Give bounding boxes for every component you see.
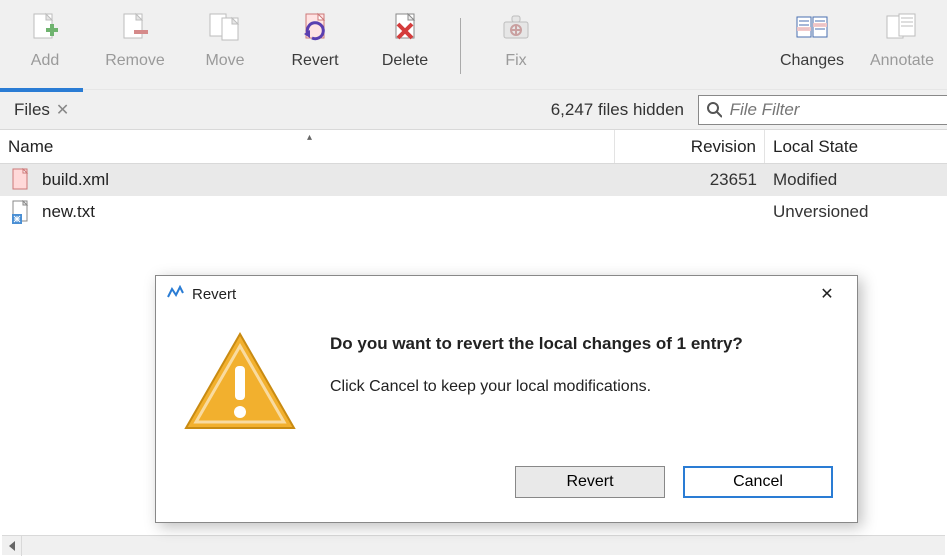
toolbar-separator [460,18,461,74]
main-toolbar: Add Remove Move Revert Delete Fix [0,0,947,90]
add-button[interactable]: Add [0,8,90,70]
tab-strip: Files ✕ [0,90,83,129]
fix-button[interactable]: Fix [471,8,561,70]
file-modified-icon [12,168,32,192]
changes-icon [767,8,857,46]
column-header-revision[interactable]: Revision [615,130,765,163]
sub-toolbar: Files ✕ 6,247 files hidden [0,90,947,130]
tab-files-close-icon[interactable]: ✕ [56,100,69,120]
revert-icon [270,8,360,46]
remove-button[interactable]: Remove [90,8,180,70]
close-icon: ✕ [820,284,833,304]
app-icon [166,285,184,303]
revert-button[interactable]: Revert [270,8,360,70]
move-icon [180,8,270,46]
dialog-cancel-button[interactable]: Cancel [683,466,833,498]
search-icon [707,102,722,118]
delete-icon [360,8,450,46]
dialog-revert-button[interactable]: Revert [515,466,665,498]
dialog-subline: Click Cancel to keep your local modifica… [330,378,743,396]
table-row[interactable]: new.txt Unversioned [0,196,947,228]
file-filter[interactable] [698,95,947,125]
delete-label: Delete [360,52,450,70]
table-row[interactable]: build.xml 23651 Modified [0,164,947,196]
sort-indicator-icon: ▴ [307,132,312,143]
file-unversioned-icon [12,200,32,224]
fix-label: Fix [471,52,561,70]
dialog-actions: Revert Cancel [156,446,857,522]
file-name: build.xml [42,170,109,190]
annotate-icon [857,8,947,46]
hidden-files-count: 6,247 files hidden [551,100,684,120]
file-revision: 23651 [615,170,765,190]
dialog-title: Revert [192,286,236,303]
column-headers: Name ▴ Revision Local State [0,130,947,164]
horizontal-scrollbar[interactable] [2,535,945,555]
changes-button[interactable]: Changes [767,8,857,70]
tab-files-label: Files [14,100,50,120]
revert-dialog: Revert ✕ Do you want to revert the local… [155,275,858,523]
move-button[interactable]: Move [180,8,270,70]
dialog-titlebar: Revert ✕ [156,276,857,312]
file-state: Modified [765,170,947,190]
column-header-name[interactable]: Name ▴ [0,130,615,163]
changes-label: Changes [767,52,857,70]
add-label: Add [0,52,90,70]
file-name: new.txt [42,202,95,222]
warning-icon [180,328,300,438]
column-header-local-state[interactable]: Local State [765,130,947,163]
remove-icon [90,8,180,46]
revert-label: Revert [270,52,360,70]
annotate-button[interactable]: Annotate [857,8,947,70]
scroll-left-icon[interactable] [2,536,22,556]
annotate-label: Annotate [857,52,947,70]
dialog-headline: Do you want to revert the local changes … [330,334,743,354]
remove-label: Remove [90,52,180,70]
dialog-close-button[interactable]: ✕ [807,280,847,308]
delete-button[interactable]: Delete [360,8,450,70]
move-label: Move [180,52,270,70]
file-filter-input[interactable] [728,99,939,121]
add-icon [0,8,90,46]
fix-icon [471,8,561,46]
file-state: Unversioned [765,202,947,222]
tab-files[interactable]: Files ✕ [0,88,83,127]
